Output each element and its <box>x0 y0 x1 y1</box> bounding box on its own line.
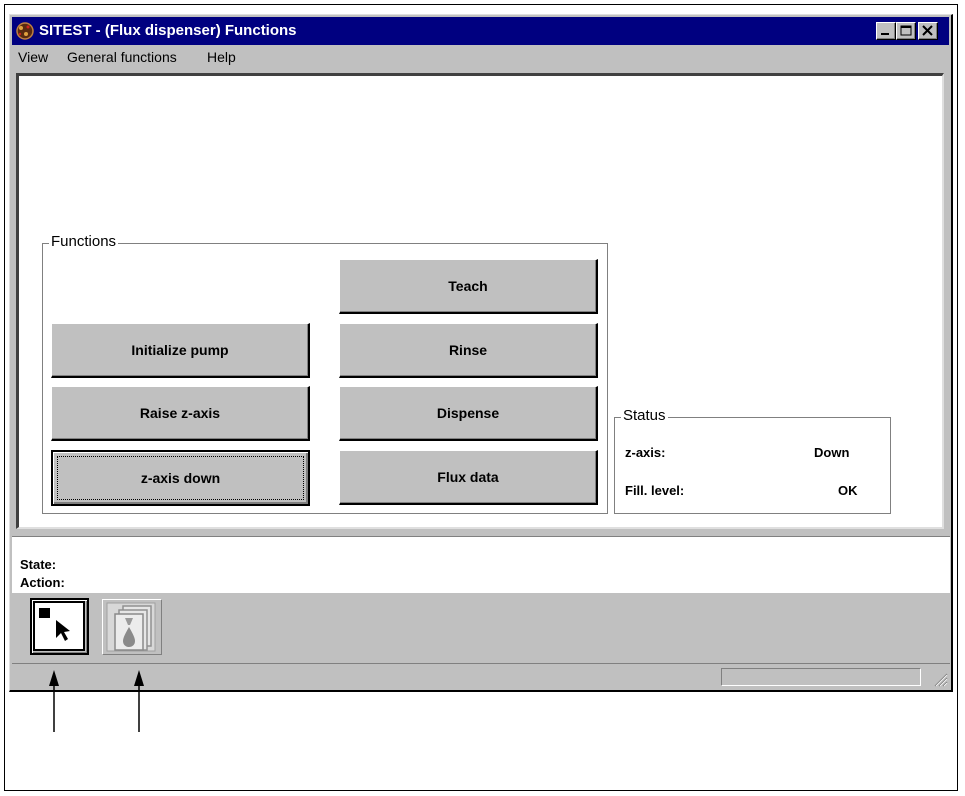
resize-grip-icon[interactable] <box>932 671 948 687</box>
menu-help[interactable]: Help <box>207 49 236 65</box>
state-label: State: <box>20 557 57 572</box>
flux-data-button[interactable]: Flux data <box>339 450 598 505</box>
z-axis-status-value: Down <box>814 445 850 460</box>
status-group: Status z-axis: Down Fill. level: OK <box>614 407 891 514</box>
z-axis-status-label: z-axis: <box>625 445 666 460</box>
window-title: SITEST - (Flux dispenser) Functions <box>39 22 297 39</box>
fill-level-label: Fill. level: <box>625 483 685 498</box>
initialize-pump-button[interactable]: Initialize pump <box>51 323 310 378</box>
select-mode-button[interactable] <box>30 598 89 655</box>
dispense-button[interactable]: Dispense <box>339 386 598 441</box>
raise-z-axis-button[interactable]: Raise z-axis <box>51 386 310 441</box>
close-icon <box>922 25 933 36</box>
maximize-button[interactable] <box>896 22 916 40</box>
arrow-up-icon <box>49 670 59 732</box>
dispense-button-label: Dispense <box>436 405 500 421</box>
focus-ring <box>57 456 304 500</box>
teach-button-label: Teach <box>448 278 488 294</box>
app-icon[interactable] <box>15 21 35 41</box>
arrow-up-icon <box>134 670 144 732</box>
z-axis-down-button[interactable]: z-axis down <box>51 450 310 506</box>
functions-group: Functions Teach Initialize pump Rinse Ra… <box>42 233 608 514</box>
info-panel: State: Action: <box>12 536 950 593</box>
status-group-label: Status <box>621 407 668 424</box>
app-window: SITEST - (Flux dispenser) Functions View… <box>9 14 953 692</box>
menu-bar: View General functions Help <box>12 46 949 70</box>
teach-button[interactable]: Teach <box>339 259 598 314</box>
raise-z-axis-button-label: Raise z-axis <box>139 405 221 421</box>
minimize-button[interactable] <box>876 22 896 40</box>
initialize-pump-button-label: Initialize pump <box>131 342 229 358</box>
rinse-button[interactable]: Rinse <box>339 323 598 378</box>
flux-data-button-label: Flux data <box>437 469 499 485</box>
flux-dispenser-icon <box>106 602 156 652</box>
client-area: Functions Teach Initialize pump Rinse Ra… <box>16 73 944 529</box>
functions-group-label: Functions <box>49 233 119 250</box>
minimize-icon <box>881 33 889 35</box>
title-bar[interactable]: SITEST - (Flux dispenser) Functions <box>12 17 949 45</box>
fill-level-value: OK <box>838 483 858 498</box>
select-pointer-icon <box>33 601 85 651</box>
menu-general-functions[interactable]: General functions <box>67 49 177 65</box>
action-label: Action: <box>20 575 65 590</box>
menu-view[interactable]: View <box>18 49 48 65</box>
status-bar-pane <box>721 668 921 686</box>
dispense-mode-button[interactable] <box>102 599 162 655</box>
maximize-icon <box>900 25 912 36</box>
close-button[interactable] <box>918 22 938 40</box>
rinse-button-label: Rinse <box>448 342 488 358</box>
